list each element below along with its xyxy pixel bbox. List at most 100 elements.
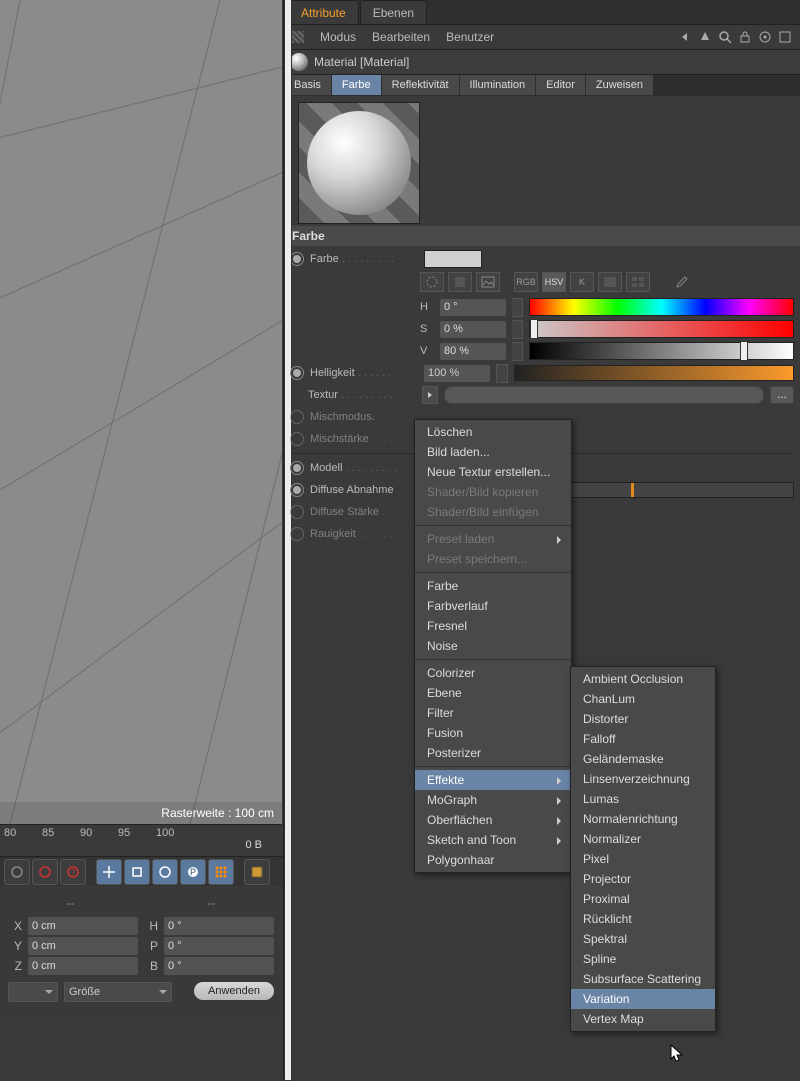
film-icon[interactable] xyxy=(244,859,270,885)
submenu-item[interactable]: Variation xyxy=(571,989,715,1009)
menu-item[interactable]: Filter xyxy=(415,703,571,723)
pos-x[interactable]: 0 cm xyxy=(28,917,138,935)
up-icon[interactable] xyxy=(698,30,712,44)
menu-item[interactable]: Colorizer xyxy=(415,663,571,683)
channel-editor[interactable]: Editor xyxy=(536,75,585,95)
color-picture-icon[interactable] xyxy=(476,272,500,292)
brightness-field[interactable]: 100 % xyxy=(424,365,490,382)
undo-icon[interactable] xyxy=(4,859,30,885)
rot-p[interactable]: 0 ° xyxy=(164,937,274,955)
coord-mode-dropdown[interactable] xyxy=(8,982,58,1002)
menu-user[interactable]: Benutzer xyxy=(446,30,494,44)
hsv-mode[interactable]: HSV xyxy=(542,272,566,292)
submenu-item[interactable]: Normalenrichtung xyxy=(571,809,715,829)
texture-slot[interactable] xyxy=(444,386,764,404)
scale-tool[interactable] xyxy=(124,859,150,885)
submenu-item[interactable]: Subsurface Scattering xyxy=(571,969,715,989)
lock-icon[interactable] xyxy=(738,30,752,44)
submenu-item[interactable]: Rücklicht xyxy=(571,909,715,929)
submenu-item[interactable]: Distorter xyxy=(571,709,715,729)
pos-y[interactable]: 0 cm xyxy=(28,937,138,955)
val-field[interactable]: 80 % xyxy=(440,343,506,360)
sat-spinner[interactable] xyxy=(512,320,523,339)
back-icon[interactable] xyxy=(678,30,692,44)
brightness-slider[interactable] xyxy=(514,365,794,381)
menu-item[interactable]: Farbe xyxy=(415,576,571,596)
submenu-item[interactable]: Vertex Map xyxy=(571,1009,715,1029)
menu-item[interactable]: Neue Textur erstellen... xyxy=(415,462,571,482)
channel-reflectivity[interactable]: Reflektivität xyxy=(382,75,459,95)
parent-tool[interactable]: P xyxy=(180,859,206,885)
menu-item[interactable]: Fusion xyxy=(415,723,571,743)
help-icon[interactable]: ? xyxy=(60,859,86,885)
hue-slider[interactable] xyxy=(529,298,794,316)
texture-context-menu[interactable]: LöschenBild laden...Neue Textur erstelle… xyxy=(414,419,572,873)
move-tool[interactable] xyxy=(96,859,122,885)
eyedropper-icon[interactable] xyxy=(670,272,692,290)
rot-h[interactable]: 0 ° xyxy=(164,917,274,935)
diffuse-falloff-radio[interactable] xyxy=(290,483,304,497)
submenu-item[interactable]: Geländemaske xyxy=(571,749,715,769)
rgb-mode[interactable]: RGB xyxy=(514,272,538,292)
submenu-item[interactable]: Spline xyxy=(571,949,715,969)
tab-attribute[interactable]: Attribute xyxy=(288,0,359,24)
channel-assign[interactable]: Zuweisen xyxy=(586,75,653,95)
submenu-item[interactable]: Ambient Occlusion xyxy=(571,669,715,689)
hue-spinner[interactable] xyxy=(512,298,523,317)
menu-item[interactable]: Effekte xyxy=(415,770,571,790)
k-mode[interactable]: K xyxy=(570,272,594,292)
menu-item[interactable]: Sketch and Toon xyxy=(415,830,571,850)
brightness-radio[interactable] xyxy=(290,366,304,380)
material-preview[interactable] xyxy=(298,102,420,224)
submenu-item[interactable]: Projector xyxy=(571,869,715,889)
size-dropdown[interactable]: Größe xyxy=(64,982,172,1002)
sat-field[interactable]: 0 % xyxy=(440,321,506,338)
color-enable-radio[interactable] xyxy=(290,252,304,266)
menu-item[interactable]: Ebene xyxy=(415,683,571,703)
grid-tool[interactable] xyxy=(208,859,234,885)
color-wheel-icon[interactable] xyxy=(420,272,444,292)
texture-menu-button[interactable] xyxy=(422,386,438,404)
rot-b[interactable]: 0 ° xyxy=(164,957,274,975)
color-box-icon[interactable] xyxy=(448,272,472,292)
sat-slider[interactable] xyxy=(529,320,794,338)
menu-item[interactable]: Posterizer xyxy=(415,743,571,763)
new-icon[interactable] xyxy=(778,30,792,44)
channel-color[interactable]: Farbe xyxy=(332,75,381,95)
menu-item[interactable]: Oberflächen xyxy=(415,810,571,830)
menu-mode[interactable]: Modus xyxy=(320,30,356,44)
viewport-3d[interactable]: Rasterweite : 100 cm xyxy=(0,0,282,824)
val-spinner[interactable] xyxy=(512,342,523,361)
model-radio[interactable] xyxy=(290,461,304,475)
swatch-list-icon[interactable] xyxy=(598,272,622,292)
swatch-grid-icon[interactable] xyxy=(626,272,650,292)
submenu-item[interactable]: Proximal xyxy=(571,889,715,909)
channel-illumination[interactable]: Illumination xyxy=(460,75,536,95)
menu-item[interactable]: MoGraph xyxy=(415,790,571,810)
menu-item[interactable]: Löschen xyxy=(415,422,571,442)
submenu-item[interactable]: Normalizer xyxy=(571,829,715,849)
menu-item[interactable]: Farbverlauf xyxy=(415,596,571,616)
menu-item[interactable]: Noise xyxy=(415,636,571,656)
submenu-item[interactable]: Pixel xyxy=(571,849,715,869)
menu-item[interactable]: Polygonhaar xyxy=(415,850,571,870)
submenu-item[interactable]: Falloff xyxy=(571,729,715,749)
menu-edit[interactable]: Bearbeiten xyxy=(372,30,430,44)
apply-button[interactable]: Anwenden xyxy=(194,982,274,1000)
submenu-item[interactable]: Lumas xyxy=(571,789,715,809)
menu-item[interactable]: Fresnel xyxy=(415,616,571,636)
texture-browse-button[interactable]: ... xyxy=(770,386,794,404)
color-swatch[interactable] xyxy=(424,250,482,268)
search-icon[interactable] xyxy=(718,30,732,44)
submenu-item[interactable]: ChanLum xyxy=(571,689,715,709)
pos-z[interactable]: 0 cm xyxy=(28,957,138,975)
val-slider[interactable] xyxy=(529,342,794,360)
menu-item[interactable]: Bild laden... xyxy=(415,442,571,462)
rotate-tool[interactable] xyxy=(152,859,178,885)
submenu-item[interactable]: Spektral xyxy=(571,929,715,949)
target-icon[interactable] xyxy=(758,30,772,44)
tab-layers[interactable]: Ebenen xyxy=(360,0,427,24)
hue-field[interactable]: 0 ° xyxy=(440,299,506,316)
redo-icon[interactable] xyxy=(32,859,58,885)
timeline[interactable]: 80859095100 0 B xyxy=(0,824,282,857)
